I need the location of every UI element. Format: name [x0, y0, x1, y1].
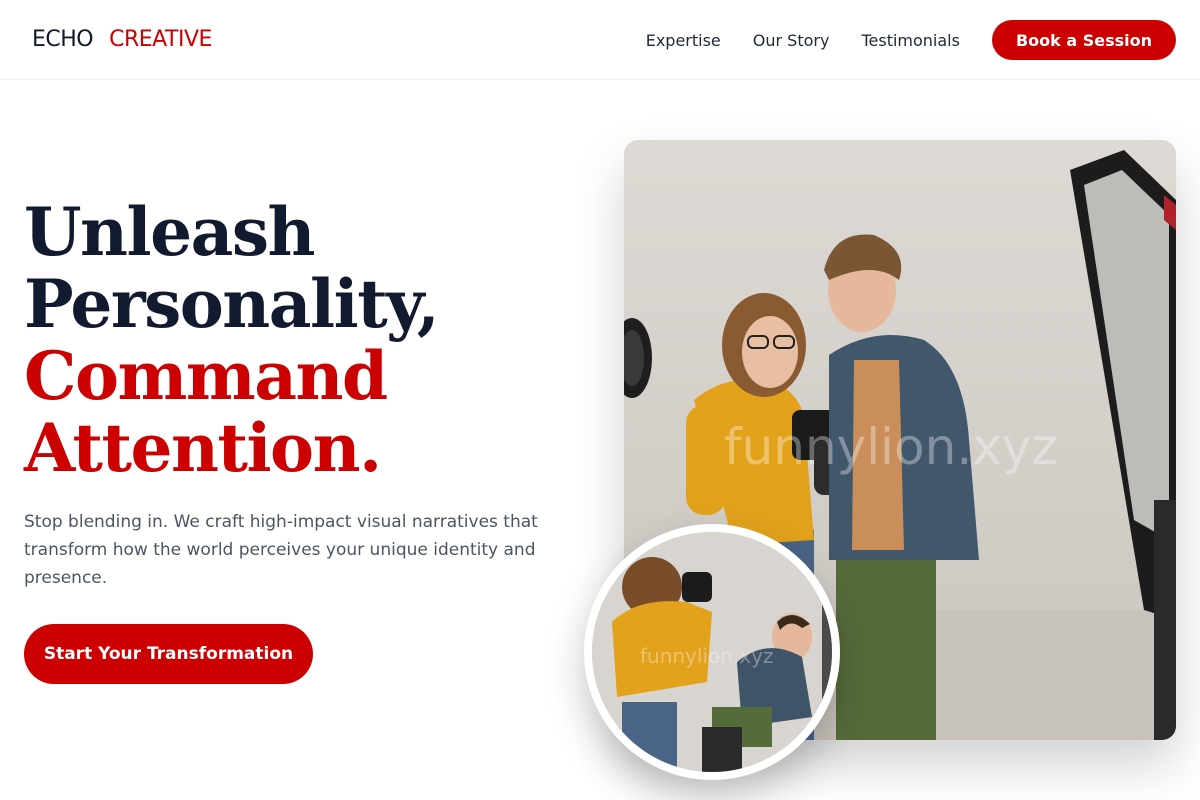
nav-link-expertise[interactable]: Expertise [646, 31, 721, 50]
headline-line-4: Attention. [24, 409, 382, 487]
main-nav: Expertise Our Story Testimonials Book a … [646, 20, 1176, 60]
hero-subtext: Stop blending in. We craft high-impact v… [24, 512, 538, 588]
nav-link-testimonials[interactable]: Testimonials [861, 31, 960, 50]
hero-photo-inset: funnylion.xyz [592, 532, 832, 772]
headline-line-1: Unleash [24, 193, 316, 271]
nav-link-our-story[interactable]: Our Story [753, 31, 830, 50]
headline-line-2: Personality, [24, 265, 440, 343]
hero-photo-inset-frame: funnylion.xyz [584, 524, 840, 780]
hero-headline: Unleash Personality, Command Attention. [24, 196, 584, 484]
brand-logo[interactable]: ECHO CREATIVE [32, 26, 212, 54]
start-transformation-button[interactable]: Start Your Transformation [24, 624, 313, 684]
logo-word-creative: CREATIVE [109, 27, 212, 52]
book-session-button[interactable]: Book a Session [991, 20, 1176, 60]
inset-photo-illustration [592, 532, 832, 772]
logo-word-echo: ECHO [32, 27, 94, 52]
site-header: ECHO CREATIVE Expertise Our Story Testim… [0, 0, 1200, 80]
headline-line-3: Command [24, 337, 388, 415]
